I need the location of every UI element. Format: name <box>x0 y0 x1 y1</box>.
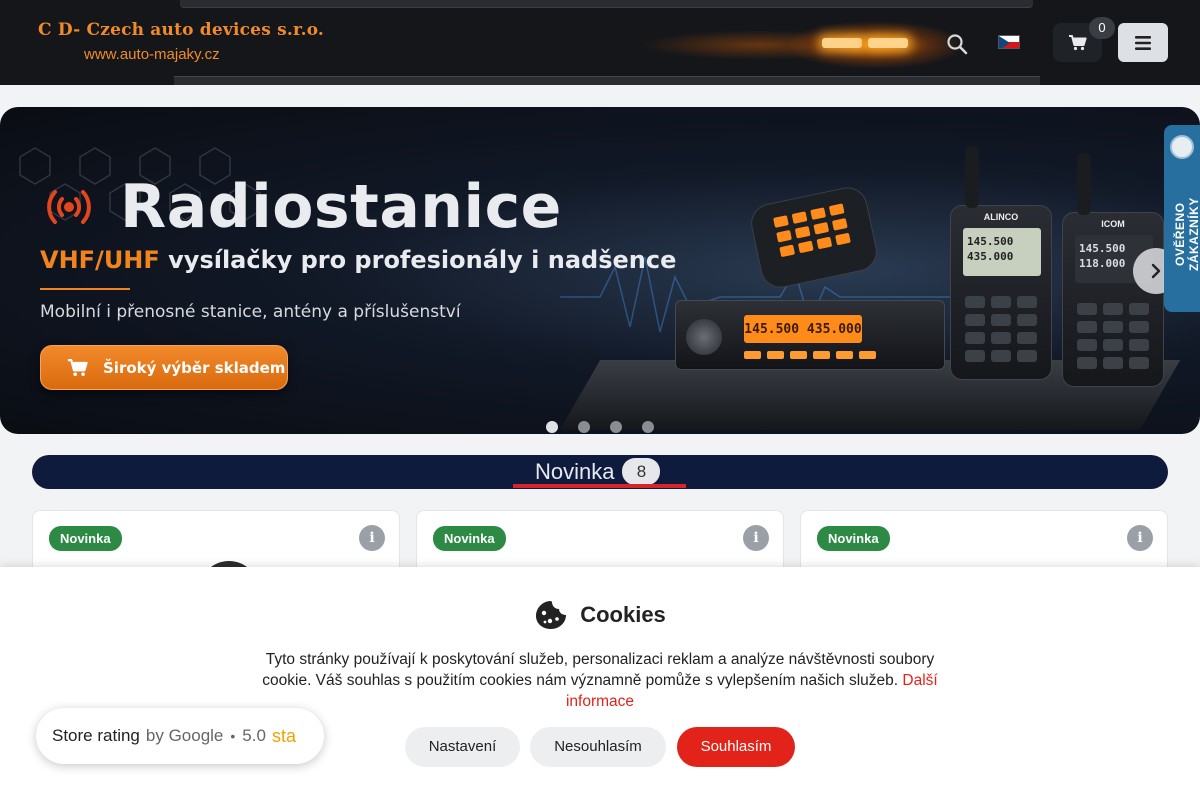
section-title-text: Novinka <box>535 458 615 484</box>
cart-icon <box>67 358 88 376</box>
verified-badge-text: OVĚŘENO ZÁKAZNÍKY <box>1173 197 1200 271</box>
slider-dots <box>546 421 654 433</box>
store-rating-widget[interactable]: Store rating by Google • 5.0 sta <box>36 708 324 764</box>
rating-stars: sta <box>271 725 296 746</box>
handheld-brand: ICOM <box>1101 219 1125 229</box>
cookie-text: Tyto stránky používají k poskytování slu… <box>240 649 960 712</box>
site-logo[interactable]: C D- Czech auto devices s.r.o. www.auto-… <box>38 20 324 63</box>
hero-subtitle: VHF/UHF vysílačky pro profesionály i nad… <box>40 246 676 274</box>
hero-description: Mobilní i přenosné stanice, antény a pří… <box>40 302 461 322</box>
section-title: Novinka 8 <box>535 458 661 485</box>
hero-subtitle-accent: VHF/UHF <box>40 246 160 274</box>
hamburger-menu-button[interactable] <box>1118 23 1168 62</box>
cookie-settings-button[interactable]: Nastavení <box>405 727 520 767</box>
cookie-consent-panel: Cookies Tyto stránky používají k poskyto… <box>0 567 1200 800</box>
hero-cta-label: Široký výběr skladem <box>103 358 286 377</box>
header-lightbar-top <box>180 0 1033 8</box>
info-icon[interactable]: i <box>359 525 385 551</box>
mobile-radio-display: 145.500 435.000 <box>744 315 862 343</box>
rating-label: Store rating <box>52 726 140 745</box>
handheld-radio-alinco: ALINCO 145.500 435.000 <box>950 146 1052 380</box>
new-badge: Novinka <box>49 526 122 551</box>
menu-icon <box>1135 35 1151 50</box>
search-icon[interactable] <box>946 33 968 55</box>
cookie-header: Cookies <box>0 599 1200 631</box>
handheld-radio-icom: ICOM 145.500 118.000 <box>1062 153 1164 387</box>
verified-seal-icon <box>1170 135 1194 159</box>
handheld-display-line: 145.500 <box>967 235 1014 248</box>
rating-source: by Google <box>145 726 224 745</box>
mobile-radio-station: 145.500 435.000 <box>675 300 945 370</box>
new-badge: Novinka <box>817 526 890 551</box>
cart-count-badge: 0 <box>1089 17 1115 39</box>
slider-dot[interactable] <box>546 421 558 433</box>
section-count-badge: 8 <box>622 458 661 485</box>
section-underline <box>513 484 686 488</box>
info-icon[interactable]: i <box>743 525 769 551</box>
handheld-display-line: 435.000 <box>967 250 1014 263</box>
cart-icon <box>1068 34 1087 50</box>
cookie-text-body: Tyto stránky používají k poskytování slu… <box>262 651 935 689</box>
hero-heading: Radiostanice <box>40 172 562 242</box>
slider-dot[interactable] <box>610 421 622 433</box>
hero-divider <box>40 288 130 290</box>
hero-cta-button[interactable]: Široký výběr skladem <box>40 345 288 390</box>
cookie-accept-button[interactable]: Souhlasím <box>677 727 795 767</box>
cookie-reject-button[interactable]: Nesouhlasím <box>530 727 666 767</box>
slider-dot[interactable] <box>642 421 654 433</box>
new-badge: Novinka <box>433 526 506 551</box>
chevron-right-icon <box>1151 263 1161 279</box>
rating-score: 5.0 <box>242 726 266 745</box>
handheld-display: 145.500 435.000 <box>963 228 1041 276</box>
cookie-icon <box>536 601 567 629</box>
czech-flag-icon[interactable] <box>998 35 1020 49</box>
header-beacon-lamp <box>868 38 908 48</box>
verified-by-customers-badge[interactable]: OVĚŘENO ZÁKAZNÍKY <box>1164 125 1200 312</box>
hero-title: Radiostanice <box>120 172 562 242</box>
radio-antenna-icon <box>47 190 91 224</box>
slider-dot[interactable] <box>578 421 590 433</box>
logo-title-text: C D- Czech auto devices s.r.o. <box>38 20 325 40</box>
header-lightbar-bottom <box>174 76 1040 85</box>
info-icon[interactable]: i <box>1127 525 1153 551</box>
hero-subtitle-rest: vysílačky pro profesionály i nadšence <box>159 246 677 274</box>
handheld-display-line: 145.500 <box>1079 242 1126 255</box>
handheld-brand: ALINCO <box>983 212 1019 222</box>
logo-title: C D- Czech auto devices s.r.o. <box>38 20 324 40</box>
cookie-title: Cookies <box>580 602 666 627</box>
logo-url: www.auto-majaky.cz <box>84 46 220 63</box>
header-beacon-lamp <box>822 38 862 48</box>
site-header: C D- Czech auto devices s.r.o. www.auto-… <box>0 0 1200 85</box>
rating-separator: • <box>230 728 236 744</box>
